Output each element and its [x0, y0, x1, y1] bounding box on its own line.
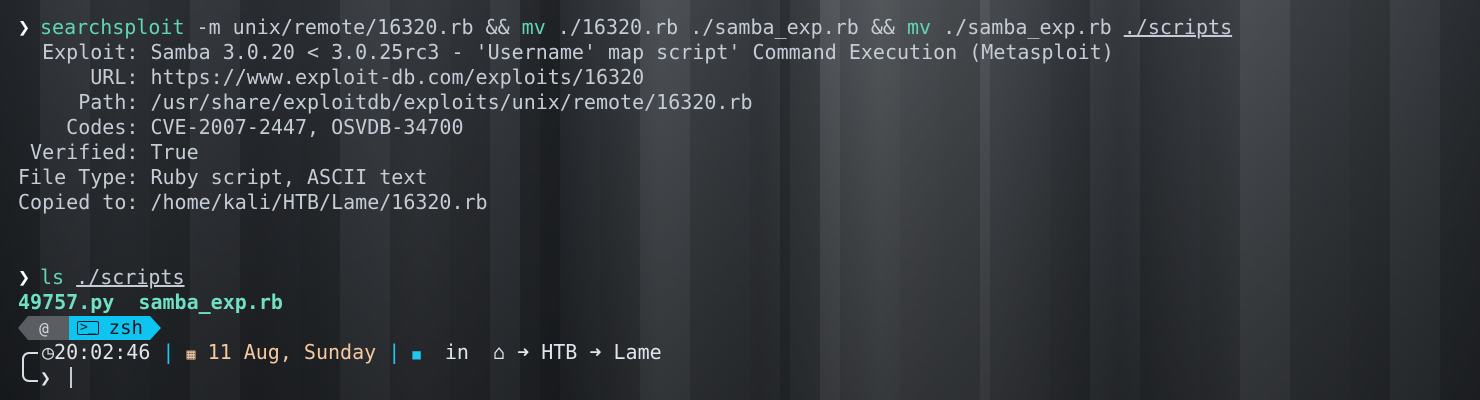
separator: |	[388, 340, 401, 364]
command-dest-path[interactable]: ./scripts	[1124, 15, 1232, 39]
output-codes: Codes: CVE-2007-2447, OSVDB-34700	[18, 115, 464, 139]
file-entry: samba_exp.rb	[138, 290, 283, 314]
output-path: Path: /usr/share/exploitdb/exploits/unix…	[18, 90, 753, 114]
output-exploit: Exploit: Samba 3.0.20 < 3.0.25rc3 - 'Use…	[18, 40, 1114, 64]
prompt-status-line: ◷20:02:46 | ▦ 11 Aug, Sunday | ■ in ⌂ ➜ …	[42, 340, 662, 365]
prompt-chevron-icon: ❯	[18, 15, 31, 39]
folder-icon: ■	[412, 347, 421, 363]
debian-icon: @	[18, 316, 70, 340]
prompt-date: 11 Aug, Sunday	[207, 340, 377, 364]
output-file-type: File Type: Ruby script, ASCII text	[18, 165, 428, 189]
command-name: ls	[40, 265, 65, 289]
terminal-icon: >_	[77, 321, 99, 335]
home-icon: ⌂	[493, 340, 506, 364]
output-url: URL: https://www.exploit-db.com/exploits…	[18, 65, 645, 89]
prompt-time: 20:02:46	[54, 340, 151, 364]
file-entry: 49757.py	[18, 290, 115, 314]
command-arg-path[interactable]: ./scripts	[76, 265, 184, 289]
ls-output: 49757.py samba_exp.rb	[18, 290, 283, 315]
shell-name: zsh	[108, 317, 143, 339]
calendar-icon: ▦	[186, 345, 196, 363]
text-cursor[interactable]	[70, 367, 72, 388]
terminal-window[interactable]: ❯ searchsploit -m unix/remote/16320.rb &&…	[0, 0, 1480, 400]
output-copied-to: Copied to: /home/kali/HTB/Lame/16320.rb	[18, 190, 488, 214]
input-prompt: ❯	[40, 366, 51, 391]
path-segment: Lame	[613, 340, 662, 364]
output-verified: Verified: True	[18, 140, 199, 164]
command-line-2: ❯ ls ./scripts	[18, 265, 185, 290]
separator: |	[162, 340, 175, 364]
command-mv-2: mv	[906, 15, 932, 39]
path-segment: HTB	[541, 340, 578, 364]
powerline-segment: @ >_ zsh	[18, 316, 161, 340]
prompt-frame	[22, 352, 38, 382]
arrow-icon: ➜	[589, 340, 602, 364]
input-chevron-icon: ❯	[40, 368, 51, 389]
command-args: -m unix/remote/16320.rb &&	[184, 15, 522, 39]
command-line-1: ❯ searchsploit -m unix/remote/16320.rb &&…	[18, 15, 1232, 40]
command-mv-args: ./16320.rb ./samba_exp.rb &&	[545, 15, 907, 39]
shell-segment: >_ zsh	[69, 316, 161, 340]
command-name: searchsploit	[40, 15, 185, 39]
command-mv-2-args: ./samba_exp.rb	[931, 15, 1124, 39]
prompt-chevron-icon: ❯	[18, 265, 31, 289]
arrow-icon: ➜	[517, 340, 530, 364]
command-mv: mv	[521, 15, 546, 39]
prompt-in-label: in	[444, 340, 469, 364]
clock-icon: ◷	[42, 340, 55, 364]
